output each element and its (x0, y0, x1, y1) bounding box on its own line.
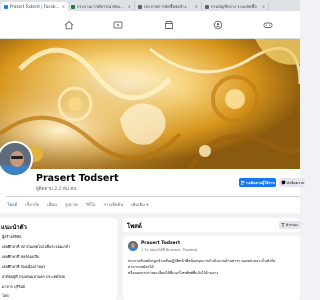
close-tab-icon[interactable]: × (262, 4, 265, 9)
groups-icon[interactable] (213, 20, 223, 30)
intro-row-text: เคยศึกษาที่ ร่องเมืองสายพร (2, 265, 46, 269)
watch-video-icon[interactable] (113, 20, 123, 30)
posts-title: โพสต์ (127, 223, 142, 230)
intro-row: โสด (2, 293, 9, 299)
close-tab-icon[interactable]: × (62, 4, 65, 9)
intro-row: เคยศึกษาที่ สถาบันเทคโนโลยีพระจอมเกล้า (2, 244, 70, 250)
tab-more-label: เพิ่มเติม (131, 202, 145, 207)
cover-photo[interactable] (0, 39, 300, 169)
post-author-name[interactable]: Prasert Todsert (141, 241, 180, 246)
post-time[interactable]: 1 วัน (141, 248, 149, 252)
close-tab-icon[interactable]: × (195, 4, 198, 9)
followers-count[interactable]: ผู้ติดตาม 2.2 พัน คน (36, 185, 76, 192)
profile-name: Prasert Todsert (36, 173, 119, 184)
browser-tab-2[interactable]: กระบวนการพิจารณาคัดเลือก × (68, 2, 135, 11)
avatar-image (128, 241, 138, 251)
follow-button-label: กดติดตามผู้ใช้งาน (246, 180, 275, 185)
intro-row: อาศัยอยู่ที่ กรุงเทพมหานคร ประเทศไทย (2, 274, 65, 280)
intro-card: แนะนำตัว ผู้สร้างดิจิทัล เคยศึกษาที่ สถา… (0, 218, 117, 300)
intro-row: เคยศึกษาที่ ฟอร์ตเอเลีย (2, 254, 39, 260)
filter-button[interactable]: ตัวกรอง (279, 221, 301, 229)
filter-icon (281, 223, 285, 227)
tab-title: ประกาศการจัดซื้อจัดจ้าง (144, 4, 187, 9)
intro-row: ผู้สร้างดิจิทัล (2, 234, 22, 240)
intro-row-text: ผู้สร้างดิจิทัล (2, 235, 22, 239)
chevron-down-icon: ▾ (146, 202, 149, 207)
posts-header: โพสต์ ตัวกรอง (123, 218, 301, 232)
intro-row-text: อาศัยอยู่ที่ กรุงเทพมหานคร ประเทศไทย (2, 275, 65, 279)
filter-button-label: ตัวกรอง (286, 222, 298, 227)
page-favicon-icon (138, 4, 142, 9)
tab-about[interactable]: เกี่ยวกับ (25, 201, 39, 208)
facebook-favicon-icon (4, 4, 8, 9)
close-tab-icon[interactable]: × (128, 4, 131, 9)
browser-tab-3[interactable]: ประกาศการจัดซื้อจัดจ้าง × (135, 2, 202, 11)
sheets-favicon-icon (71, 4, 75, 9)
post-card: Prasert Todsert 1 วัน สมัครได้ที่ Burira… (123, 236, 300, 300)
browser-tab-4[interactable]: กรมบัญชีกลาง ระบบจัดซื้อ × (202, 2, 269, 11)
intro-row-text: มาจาก บุรีรัมย์ (2, 285, 26, 289)
intro-title: แนะนำตัว (1, 224, 27, 231)
tab-photos[interactable]: รูปภาพ (65, 201, 78, 208)
cover-image (0, 39, 300, 169)
tab-more[interactable]: เพิ่มเติม ▾ (131, 201, 148, 208)
browser-tab-facebook[interactable]: Prasert Todsert | Facebook × (1, 2, 68, 11)
facebook-top-nav (0, 11, 300, 39)
marketplace-icon[interactable] (164, 20, 174, 30)
intro-row-text: เคยศึกษาที่ ฟอร์ตเอเลีย (2, 255, 39, 259)
page-favicon-icon (205, 4, 209, 9)
tab-videos[interactable]: วิดีโอ (86, 201, 96, 208)
home-icon[interactable] (64, 20, 74, 30)
message-button-label: ส่งข้อความ (287, 180, 305, 185)
tab-checkins[interactable]: การเช็คอิน (103, 201, 123, 208)
intro-row: มาจาก บุรีรัมย์ (2, 284, 25, 290)
tab-title: Prasert Todsert | Facebook (10, 4, 60, 9)
post-text-line: หรือสอบถามรายละเอียดได้ที่เบอร์โทรศัพท์ท… (128, 271, 219, 275)
tab-posts[interactable]: โพสต์ (7, 201, 17, 208)
tab-friends[interactable]: เพื่อน (47, 201, 57, 208)
post-meta: 1 วัน สมัครได้ที่ Buriram, Thailand (141, 247, 197, 253)
intro-row-text: โสด (2, 294, 9, 298)
tab-title: กรมบัญชีกลาง ระบบจัดซื้อ (211, 4, 257, 9)
intro-row-text: เคยศึกษาที่ สถาบันเทคโนโลยีพระจอมเกล้า (2, 245, 71, 249)
add-person-icon (240, 180, 246, 185)
profile-tabs: โพสต์ เกี่ยวกับ เพื่อน รูปภาพ วิดีโอ การ… (0, 197, 300, 212)
follow-button[interactable]: กดติดตามผู้ใช้งาน (239, 178, 276, 187)
tab-title: กระบวนการพิจารณาคัดเลือก (77, 4, 126, 9)
post-location: สมัครได้ที่ Buriram, Thailand (149, 248, 198, 252)
message-button[interactable]: ส่งข้อความ (279, 178, 305, 187)
messenger-icon (281, 180, 286, 185)
intro-row: เคยศึกษาที่ ร่องเมืองสายพร (2, 264, 45, 270)
browser-tab-strip: Prasert Todsert | Facebook × กระบวนการพิ… (0, 0, 300, 11)
post-author-avatar[interactable] (128, 241, 138, 251)
gaming-icon[interactable] (263, 20, 273, 30)
